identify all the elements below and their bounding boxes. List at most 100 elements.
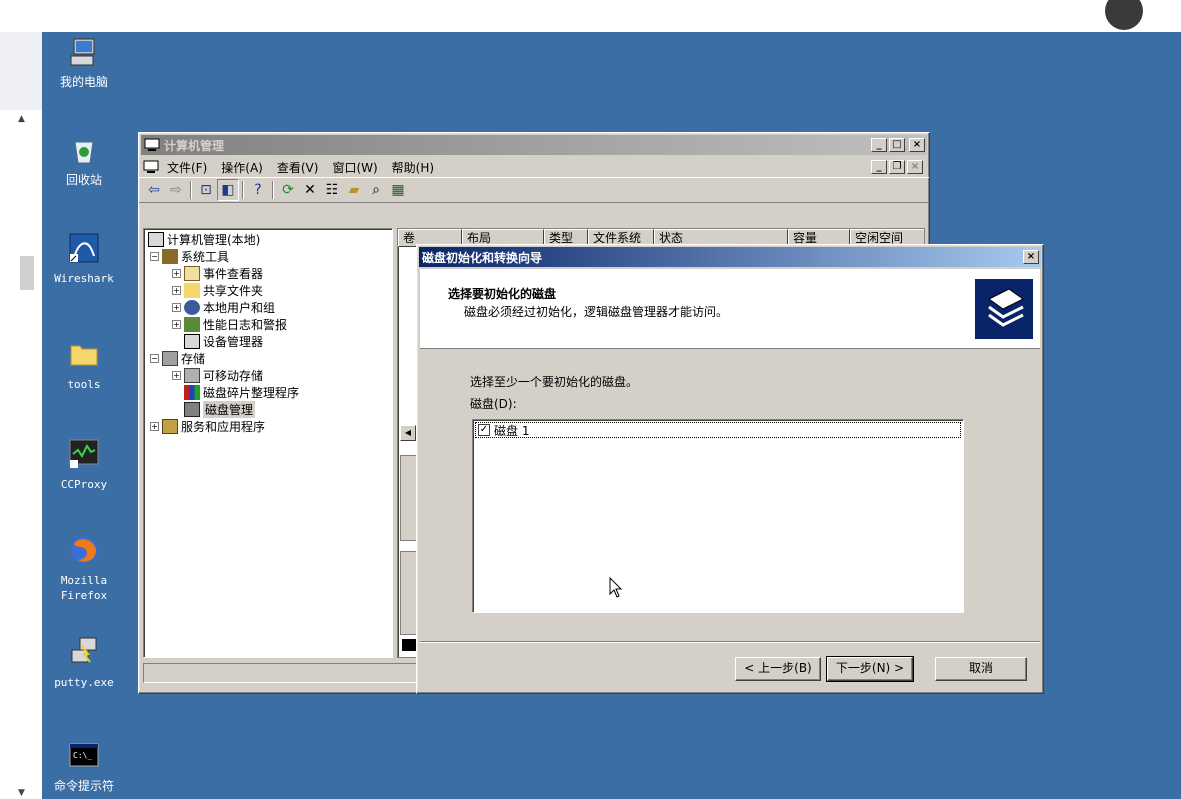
- desktop-icon-putty[interactable]: putty.exe: [34, 636, 134, 690]
- tree-label: 可移动存储: [203, 369, 264, 383]
- menu-help[interactable]: 帮助(H): [392, 159, 434, 176]
- tree-label: 本地用户和组: [203, 301, 276, 315]
- removable-storage-icon: [184, 368, 200, 383]
- mdi-minimize-button[interactable]: _: [871, 160, 887, 174]
- mdi-restore-button[interactable]: ❐: [889, 160, 905, 174]
- disk-list-item[interactable]: ✓ 磁盘 1: [475, 422, 961, 438]
- computer-management-icon: [144, 138, 160, 151]
- expand-icon[interactable]: +: [172, 303, 181, 312]
- minimize-button[interactable]: _: [871, 138, 887, 152]
- refresh-icon[interactable]: ⟳: [277, 179, 299, 201]
- expand-icon[interactable]: +: [150, 422, 159, 431]
- disk-settings-icon[interactable]: ▦: [387, 179, 409, 201]
- next-button[interactable]: 下一步(N) >: [826, 656, 914, 682]
- tree-item-removable-storage[interactable]: + 可移动存储: [172, 367, 263, 384]
- expand-icon[interactable]: +: [172, 286, 181, 295]
- toolbox-icon: [162, 249, 178, 264]
- desktop-icon-ccproxy[interactable]: CCProxy: [34, 438, 134, 492]
- putty-icon: [71, 637, 97, 663]
- mmc-titlebar[interactable]: 计算机管理 _ □ ×: [141, 135, 927, 155]
- mdi-close-button[interactable]: ×: [907, 160, 923, 174]
- desktop-icon-label: putty.exe: [54, 676, 114, 689]
- desktop-icon-label: 我的电脑: [59, 75, 108, 89]
- tree-item-local-users[interactable]: + 本地用户和组: [172, 299, 275, 316]
- tree-item-root[interactable]: 计算机管理(本地): [148, 231, 260, 248]
- desktop-icon-cmd[interactable]: C:\_ 命令提示符: [34, 740, 134, 794]
- tree-label: 服务和应用程序: [181, 420, 266, 434]
- toolbar-separator: [190, 181, 192, 199]
- cancel-button[interactable]: 取消: [935, 657, 1027, 681]
- back-button[interactable]: < 上一步(B): [735, 657, 821, 681]
- show-hide-tree-icon[interactable]: ◧: [217, 179, 239, 201]
- mmc-document-icon: [143, 160, 159, 173]
- wireshark-icon: [69, 233, 99, 263]
- properties-icon[interactable]: ☷: [321, 179, 343, 201]
- disk-management-icon: [184, 402, 200, 417]
- performance-icon: [184, 317, 200, 332]
- tree-item-defragmenter[interactable]: 磁盘碎片整理程序: [184, 384, 299, 401]
- tree-label: 存储: [181, 352, 206, 366]
- desktop-icon-firefox[interactable]: Mozilla Firefox: [34, 534, 134, 603]
- menu-file[interactable]: 文件(F): [167, 159, 207, 176]
- disk-checkbox[interactable]: ✓: [478, 424, 490, 436]
- firefox-icon: [71, 537, 97, 563]
- forward-arrow-icon[interactable]: ⇨: [165, 179, 187, 201]
- tree-item-performance-logs[interactable]: + 性能日志和警报: [172, 316, 287, 333]
- tree-item-disk-management[interactable]: 磁盘管理: [184, 401, 256, 418]
- scroll-left-arrow-icon[interactable]: ◀: [400, 425, 416, 441]
- wizard-header-subtitle: 磁盘必须经过初始化，逻辑磁盘管理器才能访问。: [464, 305, 729, 319]
- tree-item-event-viewer[interactable]: + 事件查看器: [172, 265, 263, 282]
- tree-label: 系统工具: [181, 250, 230, 264]
- tree-label: 计算机管理(本地): [167, 233, 261, 247]
- expand-icon[interactable]: +: [172, 320, 181, 329]
- delete-icon[interactable]: ✕: [299, 179, 321, 201]
- storage-icon: [162, 351, 178, 366]
- wizard-header-title: 选择要初始化的磁盘: [448, 287, 557, 301]
- shared-folder-icon: [184, 283, 200, 298]
- menu-window[interactable]: 窗口(W): [332, 159, 377, 176]
- wizard-title: 磁盘初始化和转换向导: [422, 250, 543, 265]
- tree-item-storage[interactable]: − 存储: [150, 350, 205, 367]
- desktop-icon-recycle-bin[interactable]: 回收站: [34, 134, 134, 188]
- window-title: 计算机管理: [164, 138, 225, 153]
- toolbar: ⇦ ⇨ ⊡ ◧ ? ⟳ ✕ ☷ ▰ ⌕ ▦: [139, 177, 929, 203]
- tree-label: 磁盘管理: [203, 401, 256, 418]
- tree-item-services-apps[interactable]: + 服务和应用程序: [150, 418, 265, 435]
- computer-icon: [148, 232, 164, 247]
- open-folder-icon[interactable]: ▰: [343, 179, 365, 201]
- desktop-icon-tools[interactable]: tools: [34, 338, 134, 392]
- menu-action[interactable]: 操作(A): [221, 159, 263, 176]
- folder-icon: [70, 345, 98, 366]
- tree-item-shared-folders[interactable]: + 共享文件夹: [172, 282, 263, 299]
- help-icon[interactable]: ?: [247, 179, 269, 201]
- collapse-icon[interactable]: −: [150, 252, 159, 261]
- scroll-up-arrow-icon[interactable]: ▲: [18, 114, 25, 124]
- desktop-icon-wireshark[interactable]: Wireshark: [34, 232, 134, 286]
- expand-icon[interactable]: +: [172, 269, 181, 278]
- disk-list[interactable]: ✓ 磁盘 1: [472, 419, 964, 613]
- menu-view[interactable]: 查看(V): [277, 159, 319, 176]
- wizard-titlebar[interactable]: 磁盘初始化和转换向导 ×: [419, 247, 1041, 267]
- back-arrow-icon[interactable]: ⇦: [143, 179, 165, 201]
- search-icon[interactable]: ⌕: [365, 179, 387, 201]
- tree-item-device-manager[interactable]: 设备管理器: [184, 333, 263, 350]
- scrollbar-thumb[interactable]: [20, 256, 34, 290]
- recycle-bin-icon: [74, 141, 94, 164]
- expand-icon[interactable]: +: [172, 371, 181, 380]
- services-icon: [162, 419, 178, 434]
- wizard-header: 选择要初始化的磁盘 磁盘必须经过初始化，逻辑磁盘管理器才能访问。: [420, 269, 1040, 349]
- defragmenter-icon: [184, 385, 200, 400]
- maximize-button[interactable]: □: [889, 138, 905, 152]
- disk-init-wizard-dialog: 磁盘初始化和转换向导 × 选择要初始化的磁盘 磁盘必须经过初始化，逻辑磁盘管理器…: [416, 244, 1044, 694]
- close-button[interactable]: ×: [909, 138, 925, 152]
- wizard-close-button[interactable]: ×: [1023, 250, 1039, 264]
- desktop-icon-my-computer[interactable]: 我的电脑: [34, 36, 134, 90]
- desktop-icon-label: CCProxy: [60, 478, 108, 491]
- scroll-down-arrow-icon[interactable]: ▼: [18, 788, 25, 798]
- desktop-icon-label: 命令提示符: [53, 779, 114, 793]
- tree-item-system-tools[interactable]: − 系统工具: [150, 248, 229, 265]
- collapse-icon[interactable]: −: [150, 354, 159, 363]
- up-level-icon[interactable]: ⊡: [195, 179, 217, 201]
- tree-label: 事件查看器: [203, 267, 264, 281]
- computer-icon: [70, 38, 95, 66]
